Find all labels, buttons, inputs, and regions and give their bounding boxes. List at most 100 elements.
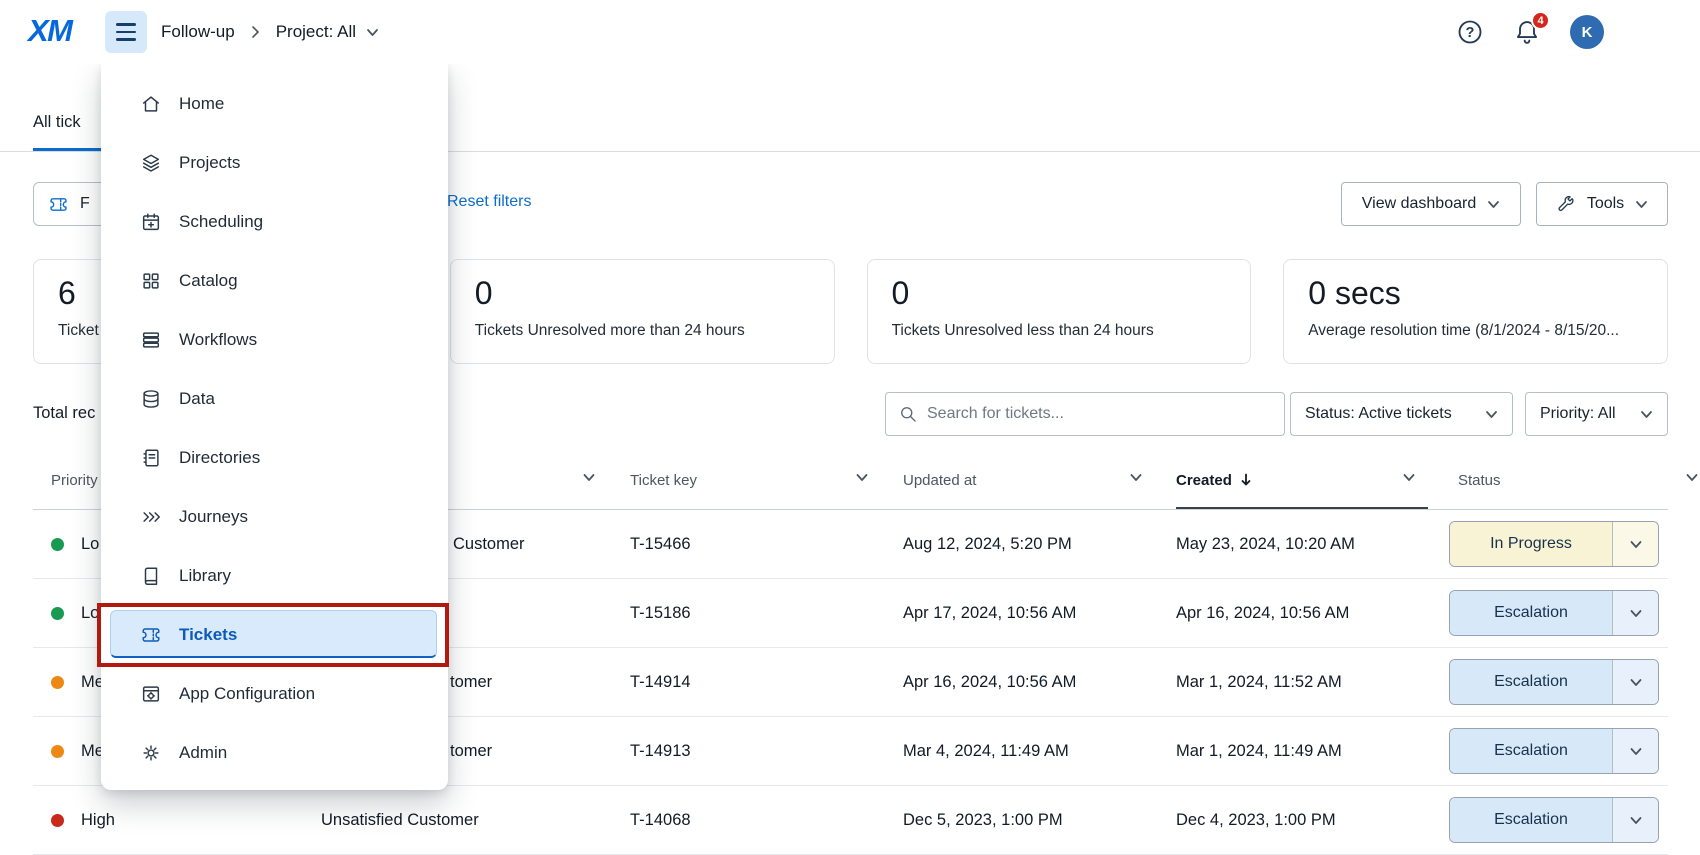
column-status[interactable]: Status bbox=[1458, 450, 1501, 510]
chevron-down-icon[interactable] bbox=[1612, 729, 1658, 773]
top-bar: XM Follow-up Project: All ? 4 K bbox=[0, 0, 1700, 64]
requester-label: Unsatisfied Customer bbox=[321, 786, 479, 855]
priority-filter-dropdown[interactable]: Priority: All bbox=[1525, 392, 1668, 436]
chevron-down-icon[interactable] bbox=[1612, 660, 1658, 704]
menu-item-directories[interactable]: Directories bbox=[101, 428, 448, 487]
notifications-button[interactable]: 4 bbox=[1513, 18, 1541, 46]
ticket-key: T-15466 bbox=[630, 510, 691, 579]
chevron-down-icon[interactable] bbox=[1612, 591, 1658, 635]
status-dropdown[interactable]: Escalation bbox=[1449, 659, 1659, 705]
column-created-label: Created bbox=[1176, 472, 1232, 489]
ticket-key: T-15186 bbox=[630, 579, 691, 648]
column-menu-chevron[interactable] bbox=[1129, 473, 1143, 482]
global-nav-menu: Home Projects Scheduling Catalog Workflo… bbox=[101, 64, 448, 790]
avatar[interactable]: K bbox=[1570, 15, 1604, 49]
status-dropdown[interactable]: Escalation bbox=[1449, 728, 1659, 774]
stat-value: 0 bbox=[892, 273, 1227, 313]
sort-descending-icon bbox=[1240, 473, 1252, 487]
created-at: Mar 1, 2024, 11:49 AM bbox=[1176, 717, 1342, 786]
menu-item-label: Tickets bbox=[179, 625, 237, 645]
ticket-search[interactable] bbox=[885, 392, 1285, 436]
priority-label: High bbox=[81, 786, 115, 855]
app-configuration-icon bbox=[140, 683, 162, 705]
journeys-icon bbox=[140, 506, 162, 528]
menu-item-workflows[interactable]: Workflows bbox=[101, 310, 448, 369]
status-dropdown[interactable]: Escalation bbox=[1449, 590, 1659, 636]
column-menu-chevron[interactable] bbox=[855, 473, 869, 482]
menu-item-admin[interactable]: Admin bbox=[101, 723, 448, 782]
ticket-icon bbox=[48, 194, 69, 215]
search-input[interactable] bbox=[927, 405, 1272, 423]
menu-item-label: Journeys bbox=[179, 507, 248, 527]
menu-item-projects[interactable]: Projects bbox=[101, 133, 448, 192]
priority-filter-label: Priority: All bbox=[1540, 405, 1616, 423]
tools-button[interactable]: Tools bbox=[1536, 182, 1668, 226]
menu-item-catalog[interactable]: Catalog bbox=[101, 251, 448, 310]
column-menu-chevron[interactable] bbox=[1685, 473, 1699, 482]
reset-filters-link[interactable]: Reset filters bbox=[447, 193, 531, 211]
stat-card-avg-resolution: 0 secs Average resolution time (8/1/2024… bbox=[1283, 259, 1668, 364]
chevron-down-icon bbox=[1635, 200, 1648, 209]
home-icon bbox=[140, 93, 162, 115]
breadcrumb: Follow-up Project: All bbox=[161, 0, 379, 64]
search-icon bbox=[898, 404, 918, 424]
chevron-down-icon bbox=[1640, 410, 1653, 419]
column-ticket-key[interactable]: Ticket key bbox=[630, 450, 697, 510]
column-menu-chevron[interactable] bbox=[582, 473, 596, 482]
tickets-icon bbox=[140, 624, 162, 646]
requester-label: tomer bbox=[450, 648, 492, 717]
stat-value: 0 secs bbox=[1308, 273, 1643, 313]
library-icon bbox=[140, 565, 162, 587]
menu-item-label: Catalog bbox=[179, 271, 238, 291]
status-filter-dropdown[interactable]: Status: Active tickets bbox=[1290, 392, 1513, 436]
menu-item-data[interactable]: Data bbox=[101, 369, 448, 428]
priority-dot bbox=[51, 814, 64, 827]
created-at: Apr 16, 2024, 10:56 AM bbox=[1176, 579, 1349, 648]
table-row[interactable]: High Unsatisfied Customer T-14068 Dec 5,… bbox=[33, 786, 1668, 855]
menu-item-library[interactable]: Library bbox=[101, 546, 448, 605]
wrench-icon bbox=[1556, 194, 1576, 214]
xm-logo[interactable]: XM bbox=[28, 13, 72, 49]
menu-item-label: Admin bbox=[179, 743, 227, 763]
menu-item-label: Scheduling bbox=[179, 212, 263, 232]
status-dropdown[interactable]: Escalation bbox=[1449, 797, 1659, 843]
menu-item-journeys[interactable]: Journeys bbox=[101, 487, 448, 546]
column-created[interactable]: Created bbox=[1176, 450, 1252, 510]
total-records-label: Total rec bbox=[33, 404, 95, 423]
menu-item-scheduling[interactable]: Scheduling bbox=[101, 192, 448, 251]
created-at: Dec 4, 2023, 1:00 PM bbox=[1176, 786, 1336, 855]
column-priority[interactable]: Priority bbox=[51, 450, 98, 510]
priority-dot bbox=[51, 745, 64, 758]
menu-item-label: Workflows bbox=[179, 330, 257, 350]
priority-label: Lo bbox=[81, 579, 99, 648]
stat-label: Tickets Unresolved less than 24 hours bbox=[892, 322, 1227, 340]
status-dropdown[interactable]: In Progress bbox=[1449, 521, 1659, 567]
view-dashboard-label: View dashboard bbox=[1362, 195, 1476, 213]
status-label: Escalation bbox=[1450, 729, 1612, 773]
status-filter-label: Status: Active tickets bbox=[1305, 405, 1452, 423]
view-dashboard-button[interactable]: View dashboard bbox=[1341, 182, 1521, 226]
column-updated-at[interactable]: Updated at bbox=[903, 450, 976, 510]
projects-icon bbox=[140, 152, 162, 174]
chevron-down-icon[interactable] bbox=[1612, 798, 1658, 842]
menu-item-home[interactable]: Home bbox=[101, 74, 448, 133]
help-button[interactable]: ? bbox=[1456, 18, 1484, 46]
column-menu-chevron[interactable] bbox=[1402, 473, 1416, 482]
menu-item-tickets[interactable]: Tickets bbox=[101, 605, 448, 664]
app-switcher-icon[interactable] bbox=[1633, 18, 1661, 46]
stat-card-unresolved-less-24h: 0 Tickets Unresolved less than 24 hours bbox=[867, 259, 1252, 364]
priority-dot bbox=[51, 607, 64, 620]
breadcrumb-section[interactable]: Follow-up bbox=[161, 22, 235, 42]
chevron-right-icon bbox=[251, 25, 260, 39]
updated-at: Aug 12, 2024, 5:20 PM bbox=[903, 510, 1072, 579]
chevron-down-icon[interactable] bbox=[1612, 522, 1658, 566]
admin-icon bbox=[140, 742, 162, 764]
directories-icon bbox=[140, 447, 162, 469]
chevron-down-icon bbox=[366, 28, 379, 37]
updated-at: Mar 4, 2024, 11:49 AM bbox=[903, 717, 1069, 786]
updated-at: Dec 5, 2023, 1:00 PM bbox=[903, 786, 1063, 855]
global-menu-button[interactable] bbox=[105, 11, 147, 53]
menu-item-app-configuration[interactable]: App Configuration bbox=[101, 664, 448, 723]
breadcrumb-project-dropdown[interactable]: Project: All bbox=[276, 22, 379, 42]
created-at: May 23, 2024, 10:20 AM bbox=[1176, 510, 1355, 579]
